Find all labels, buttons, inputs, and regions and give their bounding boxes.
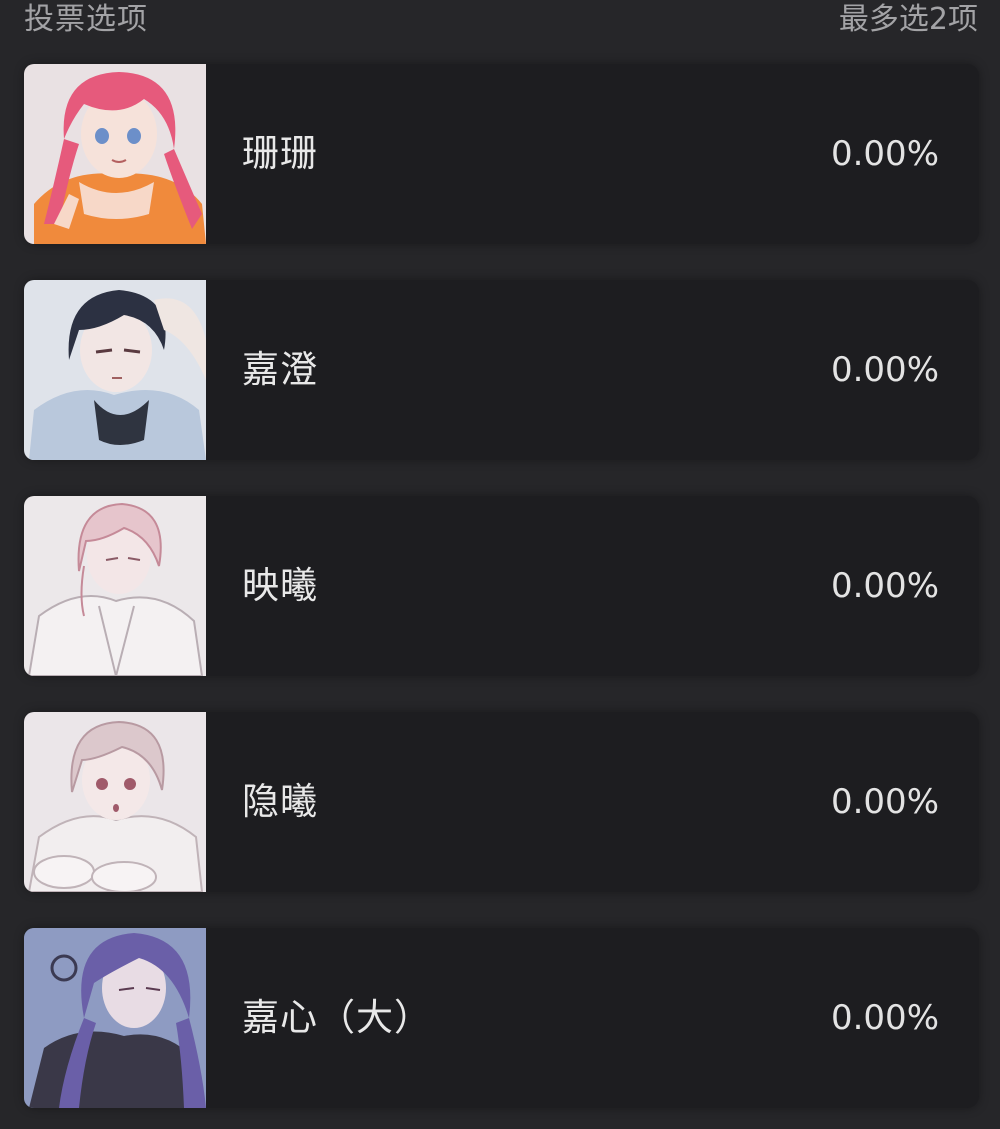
- option-percentage: 0.00%: [830, 350, 939, 390]
- vote-option[interactable]: 映曦 0.00%: [24, 496, 979, 676]
- option-percentage: 0.00%: [830, 566, 939, 606]
- option-avatar-image: [24, 496, 206, 676]
- option-name: 珊珊: [242, 132, 318, 175]
- option-percentage: 0.00%: [830, 134, 939, 174]
- option-name: 映曦: [242, 564, 318, 607]
- option-name: 嘉澄: [242, 348, 318, 391]
- option-avatar-image: [24, 712, 206, 892]
- vote-option-list: 珊珊 0.00% 嘉澄 0.00% 映曦 0.00% 隐曦 0.00% 嘉心（大…: [24, 64, 979, 1108]
- vote-option[interactable]: 嘉澄 0.00%: [24, 280, 979, 460]
- max-selection-hint: 最多选2项: [838, 2, 978, 37]
- option-name: 嘉心（大）: [242, 996, 432, 1039]
- option-avatar-image: [24, 280, 206, 460]
- vote-option[interactable]: 嘉心（大） 0.00%: [24, 928, 979, 1108]
- option-name: 隐曦: [242, 780, 318, 823]
- vote-options-title: 投票选项: [24, 2, 148, 37]
- option-percentage: 0.00%: [830, 998, 939, 1038]
- vote-option[interactable]: 隐曦 0.00%: [24, 712, 979, 892]
- option-avatar-image: [24, 64, 206, 244]
- vote-option[interactable]: 珊珊 0.00%: [24, 64, 979, 244]
- option-avatar-image: [24, 928, 206, 1108]
- option-percentage: 0.00%: [830, 782, 939, 822]
- vote-header: 投票选项 最多选2项: [0, 0, 1000, 40]
